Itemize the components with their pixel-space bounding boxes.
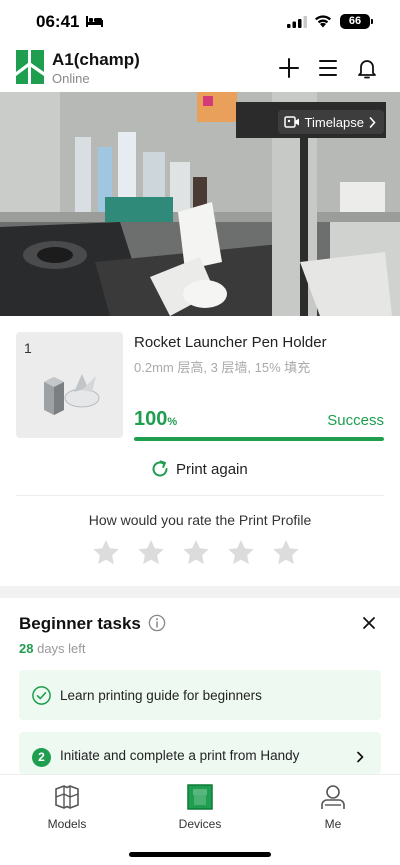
video-camera-icon [283,116,299,128]
sleep-bed-icon [86,16,103,27]
tab-models[interactable]: Models [27,783,107,831]
check-circle-icon [32,685,51,705]
wifi-icon [315,15,331,28]
info-icon[interactable] [148,614,166,632]
section-separator [0,586,400,598]
device-printer-icon [187,784,213,810]
task-item-print[interactable]: 2 Initiate and complete a print from Han… [19,732,381,774]
chevron-right-icon [357,751,364,763]
progress-percent: 100% [134,408,177,431]
status-time: 06:41 [36,12,80,31]
task-label: Initiate and complete a print from Handy [60,748,300,763]
printer-online-status: Online [52,71,90,86]
status-bar: 06:41 66 [0,0,400,44]
refresh-icon [152,460,168,477]
rating-question: How would you rate the Print Profile [88,512,312,528]
divider [16,495,384,496]
cellular-signal-icon [287,16,307,28]
camera-feed[interactable]: Timelapse [0,92,400,316]
close-icon[interactable] [360,614,378,632]
task-item-guide[interactable]: Learn printing guide for beginners [19,670,381,720]
tab-label: Models [47,817,87,831]
notification-bell-icon[interactable] [355,56,379,80]
print-job-thumbnail[interactable]: 1 [16,332,123,438]
beginner-tasks-title: Beginner tasks [19,614,141,633]
tab-label: Devices [178,817,222,831]
home-indicator [129,852,271,857]
timelapse-label: Timelapse [304,114,364,130]
print-again-button[interactable]: Print again [150,458,248,480]
print-job-specs: 0.2mm 层高, 3 层墙, 15% 填充 [134,360,311,375]
progress-unit: % [167,416,178,428]
days-left-count: 28 [19,641,34,656]
progress-bar-fill [134,437,384,441]
star-icon[interactable] [181,538,211,568]
bambu-logo-icon [16,50,44,84]
tab-label: Me [324,817,342,831]
star-icon[interactable] [271,538,301,568]
task-label: Learn printing guide for beginners [60,687,262,703]
models-cube-icon [55,785,79,809]
menu-list-icon[interactable] [316,56,340,80]
model-preview-icon [44,374,100,415]
battery-indicator: 66 [340,14,373,29]
star-icon[interactable] [136,538,166,568]
task-number-badge: 2 [32,748,51,767]
progress-value: 100 [134,408,168,430]
app-header: A1(champ) Online [0,44,400,92]
days-left: 28 days left [19,641,86,656]
tab-devices[interactable]: Devices [160,783,240,831]
rating-stars [91,538,301,568]
person-icon [321,785,345,809]
timelapse-button[interactable]: Timelapse [277,110,384,134]
add-icon[interactable] [277,56,301,80]
tab-me[interactable]: Me [293,783,373,831]
printer-name[interactable]: A1(champ) [52,50,140,70]
star-icon[interactable] [91,538,121,568]
print-job-title: Rocket Launcher Pen Holder [134,334,327,351]
progress-bar [134,437,384,441]
chevron-right-icon [369,116,376,128]
days-left-label: days left [37,641,86,656]
star-icon[interactable] [226,538,256,568]
print-status-success: Success [327,412,384,429]
print-again-label: Print again [176,460,248,478]
